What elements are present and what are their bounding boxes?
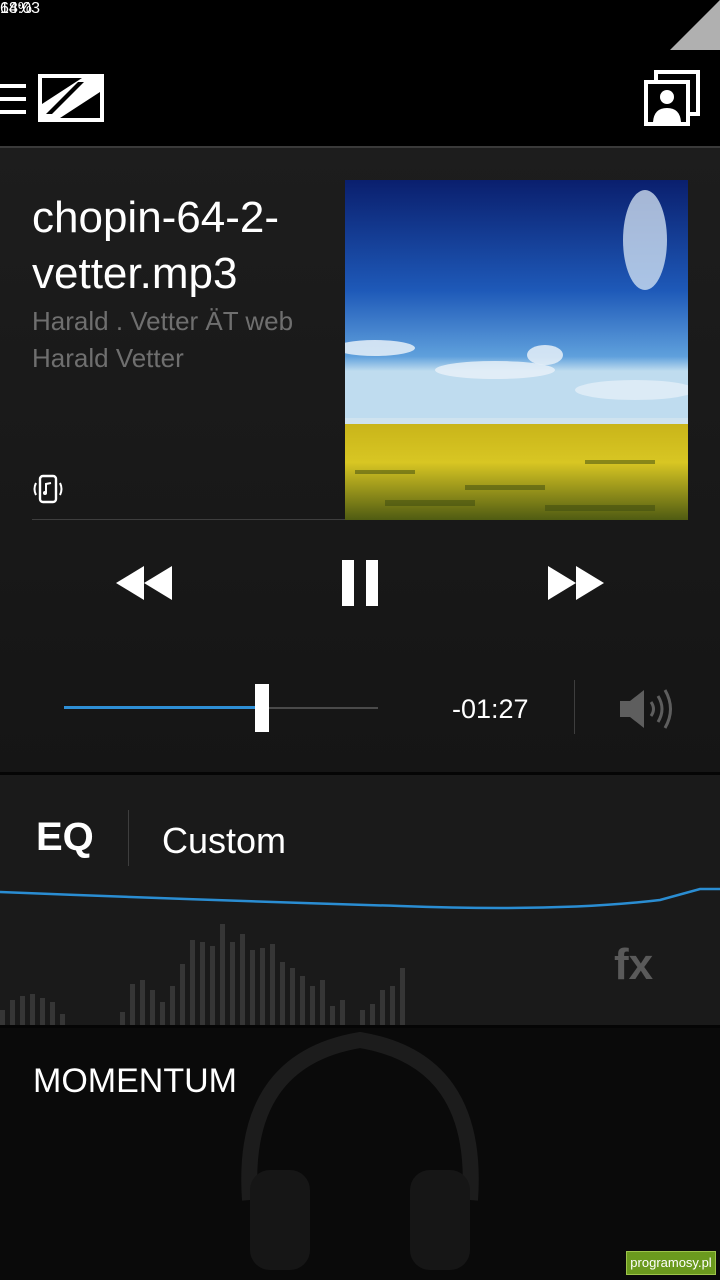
track-artist: Harald . Vetter ÄT web [32, 306, 294, 336]
track-album: Harald Vetter [32, 343, 184, 373]
rewind-button[interactable] [116, 566, 172, 600]
profile-icon[interactable] [644, 70, 700, 126]
clock: 18:03 [0, 0, 41, 17]
product-name: MOMENTUM [33, 1062, 237, 1100]
time-remaining: -01:27 [452, 694, 529, 724]
seek-bar-progress [64, 706, 262, 709]
eq-curve[interactable] [0, 880, 720, 920]
seek-bar-thumb[interactable] [255, 684, 269, 732]
fast-forward-button[interactable] [548, 566, 604, 600]
action-bar [0, 50, 720, 148]
spectrum-visualizer [0, 924, 405, 1026]
fx-button[interactable]: fx [614, 940, 653, 990]
divider [574, 680, 575, 734]
track-title: chopin-64-2-vetter.mp3 [32, 193, 280, 298]
sennheiser-logo[interactable] [38, 74, 104, 122]
menu-icon[interactable] [0, 80, 26, 118]
volume-icon[interactable] [618, 686, 676, 732]
eq-label: EQ [36, 815, 94, 859]
album-artwork [345, 180, 688, 520]
eq-preset[interactable]: Custom [162, 820, 286, 862]
headphones-icon [241, 1031, 479, 1270]
device-music-icon[interactable] [33, 474, 63, 504]
pause-button[interactable] [342, 560, 378, 606]
divider [32, 519, 345, 520]
watermark: programosy.pl [626, 1251, 716, 1275]
divider [128, 810, 129, 866]
